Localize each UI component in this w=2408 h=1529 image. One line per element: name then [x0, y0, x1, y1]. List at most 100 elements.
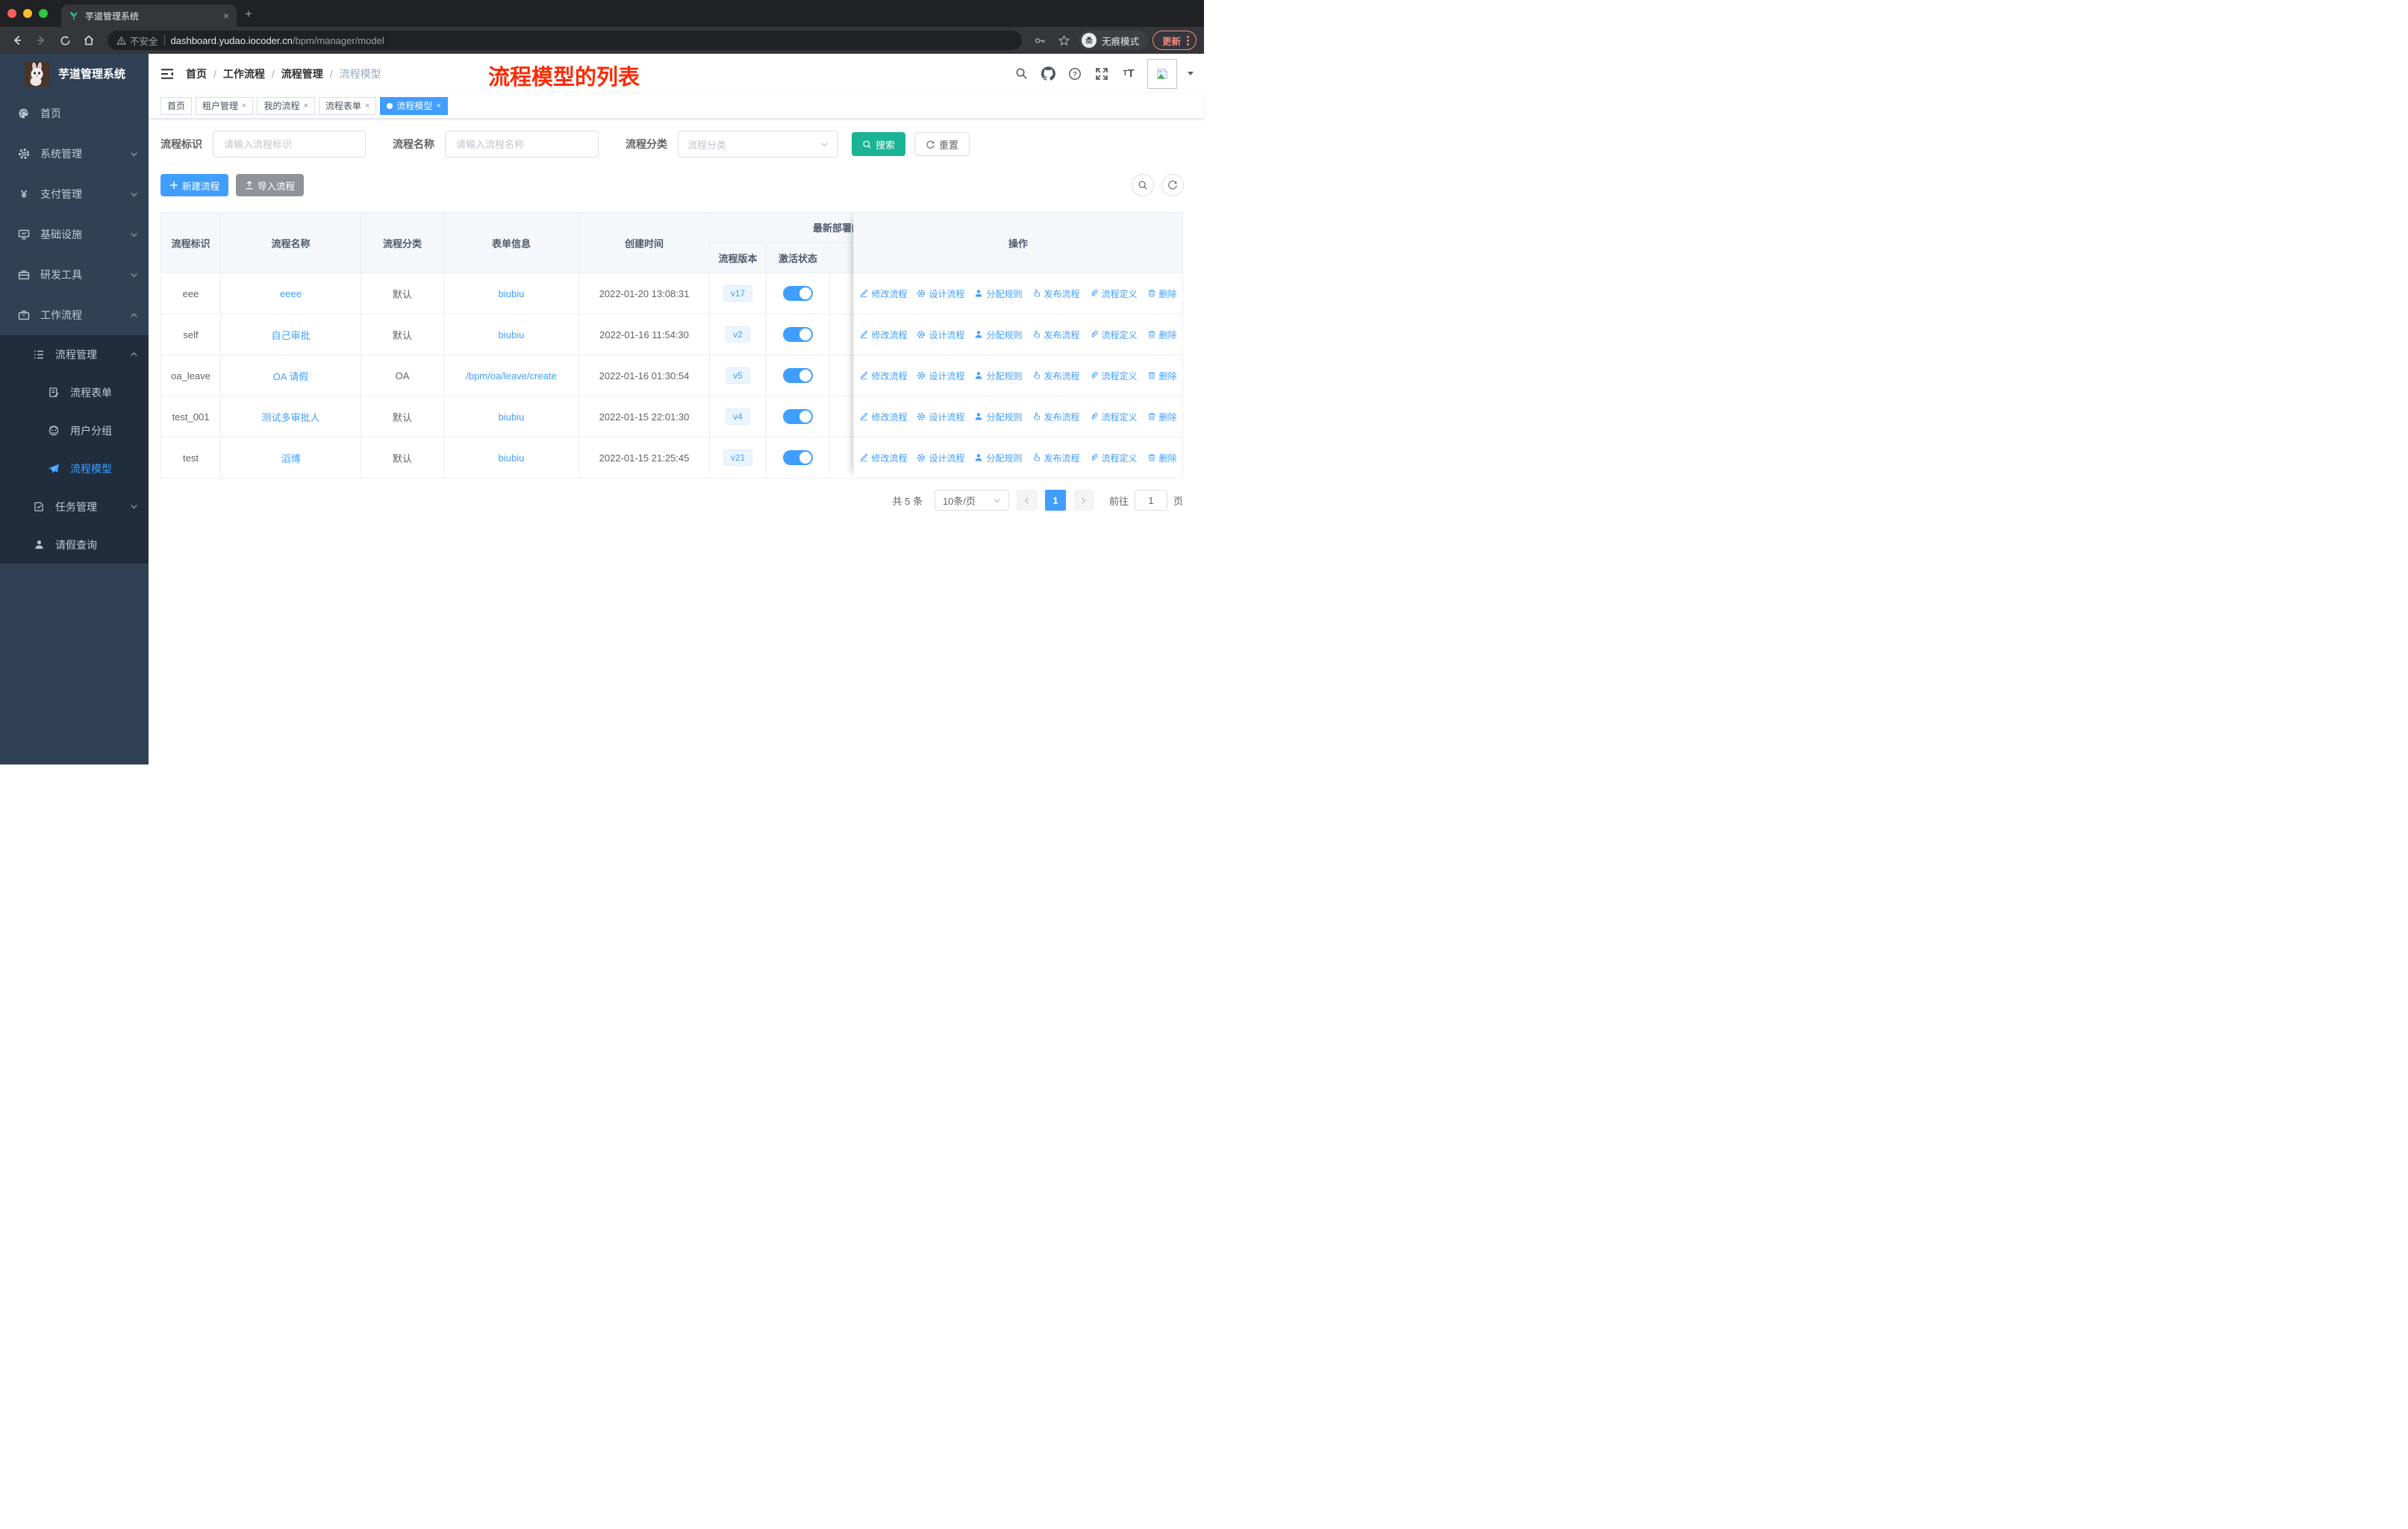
- sidebar-item-home[interactable]: 首页: [0, 93, 149, 134]
- sidebar-item-workflow[interactable]: 工作流程: [0, 295, 149, 335]
- sidebar-item-system[interactable]: 系统管理: [0, 134, 149, 174]
- process-id-input[interactable]: [213, 131, 366, 158]
- process-name-link[interactable]: 滔博: [281, 451, 300, 465]
- security-warning[interactable]: 不安全: [116, 34, 158, 48]
- assign-rule-link[interactable]: 分配规则: [974, 370, 1023, 382]
- tag-home[interactable]: 首页: [160, 96, 193, 115]
- sidebar-item-user-group[interactable]: 用户分组: [0, 411, 149, 449]
- form-info-link[interactable]: /bpm/oa/leave/create: [466, 370, 556, 382]
- delete-link[interactable]: 删除: [1147, 287, 1177, 300]
- github-icon[interactable]: [1040, 66, 1056, 81]
- delete-link[interactable]: 删除: [1147, 411, 1177, 423]
- active-toggle[interactable]: [783, 409, 813, 424]
- sidebar-item-process-model[interactable]: 流程模型: [0, 449, 149, 488]
- process-definition-link[interactable]: 流程定义: [1090, 328, 1138, 341]
- process-definition-link[interactable]: 流程定义: [1090, 370, 1138, 382]
- active-toggle[interactable]: [783, 450, 813, 465]
- tag-tenant[interactable]: 租户管理 ×: [196, 96, 254, 115]
- deploy-process-link[interactable]: 发布流程: [1032, 287, 1080, 300]
- close-window-button[interactable]: [7, 9, 16, 18]
- design-process-link[interactable]: 设计流程: [917, 328, 964, 341]
- tag-process-model[interactable]: 流程模型 ×: [380, 96, 448, 115]
- form-info-link[interactable]: biubiu: [499, 329, 525, 340]
- search-icon[interactable]: [1013, 67, 1029, 80]
- modify-process-link[interactable]: 修改流程: [859, 328, 907, 341]
- form-info-link[interactable]: biubiu: [499, 288, 525, 299]
- key-icon[interactable]: [1031, 31, 1050, 50]
- search-button[interactable]: 搜索: [852, 132, 906, 156]
- close-icon[interactable]: ×: [365, 102, 369, 110]
- import-process-button[interactable]: 导入流程: [236, 174, 305, 196]
- zoom-window-button[interactable]: [39, 9, 48, 18]
- bookmark-star-icon[interactable]: [1055, 31, 1074, 50]
- form-info-link[interactable]: biubiu: [499, 452, 525, 464]
- delete-link[interactable]: 删除: [1147, 452, 1177, 464]
- breadcrumb-home[interactable]: 首页: [186, 66, 207, 81]
- sidebar-item-leave-query[interactable]: 请假查询: [0, 526, 149, 564]
- assign-rule-link[interactable]: 分配规则: [974, 287, 1023, 300]
- traffic-lights[interactable]: [7, 9, 48, 18]
- tab-close-icon[interactable]: ×: [223, 10, 229, 21]
- process-definition-link[interactable]: 流程定义: [1090, 411, 1138, 423]
- category-select[interactable]: 流程分类: [678, 131, 838, 158]
- active-toggle[interactable]: [783, 368, 813, 383]
- sidebar-item-process-form[interactable]: 流程表单: [0, 373, 149, 411]
- sidebar-collapse-icon[interactable]: [160, 68, 174, 80]
- process-name-link[interactable]: OA 请假: [273, 369, 309, 383]
- process-definition-link[interactable]: 流程定义: [1090, 452, 1138, 464]
- assign-rule-link[interactable]: 分配规则: [974, 411, 1023, 423]
- sidebar-item-devtools[interactable]: 研发工具: [0, 255, 149, 295]
- sidebar-item-task-mgmt[interactable]: 任务管理: [0, 488, 149, 526]
- modify-process-link[interactable]: 修改流程: [859, 287, 907, 300]
- app-logo[interactable]: 芋道管理系统: [0, 54, 149, 93]
- process-name-input[interactable]: [445, 131, 599, 158]
- prev-page-button[interactable]: [1016, 490, 1038, 511]
- url-text[interactable]: dashboard.yudao.iocoder.cn/bpm/manager/m…: [171, 35, 384, 46]
- active-toggle[interactable]: [783, 286, 813, 301]
- modify-process-link[interactable]: 修改流程: [859, 452, 907, 464]
- process-name-link[interactable]: 测试多审批人: [261, 410, 319, 424]
- url-bar[interactable]: 不安全 dashboard.yudao.iocoder.cn/bpm/manag…: [107, 31, 1022, 50]
- breadcrumb-process-mgmt[interactable]: 流程管理: [281, 66, 323, 81]
- modify-process-link[interactable]: 修改流程: [859, 370, 907, 382]
- tag-my-process[interactable]: 我的流程 ×: [257, 96, 315, 115]
- create-process-button[interactable]: 新建流程: [160, 174, 229, 196]
- refresh-table-button[interactable]: [1161, 174, 1184, 196]
- close-icon[interactable]: ×: [303, 102, 308, 110]
- fullscreen-icon[interactable]: [1094, 67, 1110, 81]
- design-process-link[interactable]: 设计流程: [917, 452, 964, 464]
- avatar[interactable]: [1147, 58, 1177, 89]
- back-icon[interactable]: [7, 31, 27, 50]
- next-page-button[interactable]: [1073, 490, 1094, 511]
- form-info-link[interactable]: biubiu: [499, 411, 525, 423]
- forward-icon[interactable]: [31, 31, 51, 50]
- breadcrumb-workflow[interactable]: 工作流程: [223, 66, 265, 81]
- reload-icon[interactable]: [55, 31, 75, 50]
- sidebar-item-process-mgmt[interactable]: 流程管理: [0, 335, 149, 373]
- caret-down-icon[interactable]: [1188, 72, 1194, 78]
- browser-tab[interactable]: 芋道管理系统 ×: [61, 4, 237, 27]
- delete-link[interactable]: 删除: [1147, 370, 1177, 382]
- help-icon[interactable]: ?: [1067, 67, 1083, 81]
- active-toggle[interactable]: [783, 327, 813, 342]
- design-process-link[interactable]: 设计流程: [917, 411, 964, 423]
- close-icon[interactable]: ×: [242, 102, 246, 110]
- update-button[interactable]: 更新: [1152, 31, 1197, 50]
- page-size-select[interactable]: 10条/页: [934, 490, 1009, 511]
- deploy-process-link[interactable]: 发布流程: [1032, 452, 1080, 464]
- sidebar-item-infra[interactable]: 基础设施: [0, 214, 149, 255]
- assign-rule-link[interactable]: 分配规则: [974, 452, 1023, 464]
- process-name-link[interactable]: 自己审批: [271, 328, 310, 342]
- modify-process-link[interactable]: 修改流程: [859, 411, 907, 423]
- tag-process-form[interactable]: 流程表单 ×: [318, 96, 377, 115]
- design-process-link[interactable]: 设计流程: [917, 287, 964, 300]
- delete-link[interactable]: 删除: [1147, 328, 1177, 341]
- minimize-window-button[interactable]: [23, 9, 32, 18]
- new-tab-button[interactable]: +: [245, 7, 252, 22]
- process-definition-link[interactable]: 流程定义: [1090, 287, 1138, 300]
- sidebar-item-payment[interactable]: ¥ 支付管理: [0, 174, 149, 214]
- deploy-process-link[interactable]: 发布流程: [1032, 411, 1080, 423]
- deploy-process-link[interactable]: 发布流程: [1032, 370, 1080, 382]
- font-size-icon[interactable]: TT: [1120, 68, 1137, 79]
- goto-page-input[interactable]: [1134, 490, 1167, 511]
